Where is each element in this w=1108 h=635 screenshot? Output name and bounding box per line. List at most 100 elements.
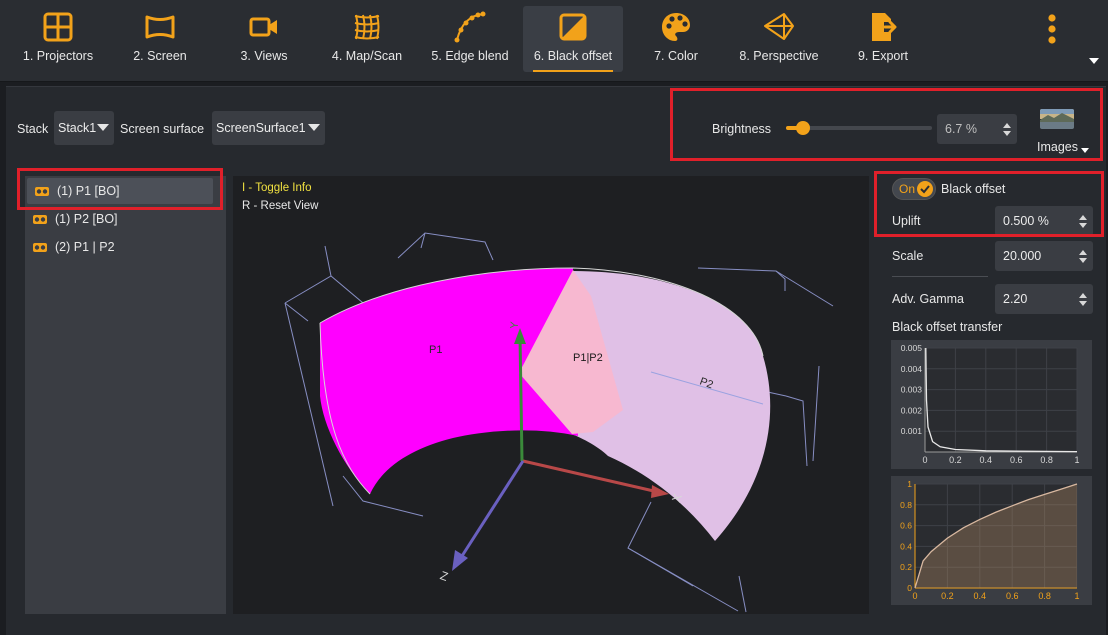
spin-up-icon[interactable]: [1079, 250, 1087, 255]
list-item[interactable]: (1) P1 [BO]: [27, 178, 213, 204]
divider: [892, 276, 988, 277]
mesh-icon: [354, 14, 380, 40]
images-thumbnail[interactable]: [1040, 109, 1074, 129]
tab-export[interactable]: 9. Export: [846, 6, 920, 72]
spin-up-icon[interactable]: [1079, 293, 1087, 298]
gamma-spinbox[interactable]: 2.20: [995, 284, 1093, 314]
stack-label: Stack: [17, 122, 49, 136]
x-tick-label: 0.8: [1040, 455, 1053, 465]
transfer-chart-svg: 0 0.2 0.4 0.6 0.8 1 0.001 0.002 0.003 0.004 0.005: [901, 343, 1080, 465]
slider-handle[interactable]: [796, 121, 810, 135]
gamma-value: 2.20: [1003, 292, 1028, 306]
y-tick-label: 0.003: [901, 385, 923, 395]
scale-label: Scale: [892, 249, 924, 263]
gamma-label: Adv. Gamma: [892, 292, 965, 306]
spin-up-icon[interactable]: [1003, 123, 1011, 128]
uplift-label: Uplift: [892, 214, 921, 228]
projector-icon: [33, 215, 47, 224]
plot-area: [925, 348, 1077, 452]
projector-icon: [33, 243, 47, 252]
tab-edge-blend[interactable]: 5. Edge blend: [424, 6, 516, 72]
y-axis-line: [518, 335, 524, 462]
overlap-label: P1|P2: [573, 352, 603, 364]
uplift-spinbox[interactable]: 0.500 %: [995, 206, 1093, 236]
tab-map-scan[interactable]: 4. Map/Scan: [322, 6, 412, 72]
screen-surface-label: Screen surface: [120, 122, 205, 136]
stack-select[interactable]: Stack1: [54, 111, 114, 145]
scale-value: 20.000: [1003, 249, 1042, 263]
tab-label: 3. Views: [240, 49, 288, 63]
y-tick-label: 0: [907, 583, 912, 593]
tab-color[interactable]: 7. Color: [636, 6, 716, 72]
spin-up-icon[interactable]: [1079, 215, 1087, 220]
camera-icon: [249, 17, 277, 37]
x-tick-label: 0.4: [980, 455, 993, 465]
list-item[interactable]: (1) P2 [BO]: [25, 206, 226, 232]
tab-screen[interactable]: 2. Screen: [116, 6, 204, 72]
tab-label: 2. Screen: [133, 49, 187, 63]
tab-label: 6. Black offset: [533, 49, 613, 63]
brightness-label: Brightness: [712, 122, 772, 136]
grid-icon: [43, 12, 73, 42]
tab-perspective[interactable]: 8. Perspective: [730, 6, 828, 72]
spin-down-icon[interactable]: [1079, 258, 1087, 263]
black-offset-transfer-chart: 0 0.2 0.4 0.6 0.8 1 0.001 0.002 0.003 0.004 0.005: [891, 340, 1092, 469]
x-tick-label: 0.6: [1010, 455, 1023, 465]
x-tick-label: 0.6: [1006, 591, 1019, 601]
images-label[interactable]: Images: [1037, 140, 1078, 154]
chevron-down-icon: [97, 124, 109, 131]
tab-views[interactable]: 3. Views: [220, 6, 308, 72]
y-tick-label: 1: [907, 479, 912, 489]
chevron-down-icon: [308, 124, 320, 131]
brightness-slider[interactable]: [786, 120, 932, 136]
projector-list: (1) P1 [BO] (1) P2 [BO] (2) P1 | P2: [25, 176, 226, 614]
3d-viewport[interactable]: I - Toggle Info R - Reset View P1 P1|P2 …: [233, 176, 869, 614]
main-toolbar: 1. Projectors 2. Screen 3. Views 4. Map/…: [0, 0, 1108, 82]
gamma-curve-chart: 0 0.2 0.4 0.6 0.8 1 0 0.2 0.4 0.6 0.8 1: [891, 476, 1092, 605]
tab-label: 9. Export: [857, 49, 909, 63]
x-tick-label: 0.2: [941, 591, 954, 601]
x-tick-label: 0.4: [974, 591, 987, 601]
tab-projectors[interactable]: 1. Projectors: [12, 6, 104, 72]
list-item-label: (1) P2 [BO]: [55, 212, 118, 226]
black-offset-icon: [559, 13, 587, 41]
gamma-chart-svg: 0 0.2 0.4 0.6 0.8 1 0 0.2 0.4 0.6 0.8 1: [900, 479, 1079, 601]
perspective-icon: [764, 13, 794, 40]
tab-black-offset[interactable]: 6. Black offset: [523, 6, 623, 72]
more-options-icon[interactable]: [1040, 12, 1064, 48]
brightness-value: 6.7 %: [945, 122, 977, 136]
y-tick-label: 0.6: [900, 521, 912, 531]
spin-down-icon[interactable]: [1079, 301, 1087, 306]
x-tick-label: 0.2: [949, 455, 962, 465]
y-tick-label: 0.4: [900, 541, 912, 551]
screen-surface-render: P1 P1|P2 P2 Y X Z: [284, 232, 834, 613]
y-tick-label: 0.005: [901, 343, 923, 353]
spin-down-icon[interactable]: [1003, 131, 1011, 136]
p1-label: P1: [429, 344, 442, 356]
scale-spinbox[interactable]: 20.000: [995, 241, 1093, 271]
x-tick-label: 0: [922, 455, 927, 465]
y-tick-label: 0.002: [901, 405, 923, 415]
curve-icon: [454, 11, 486, 43]
y-tick-label: 0.001: [901, 426, 923, 436]
chevron-down-icon[interactable]: [1088, 56, 1100, 66]
screen-surface-select[interactable]: ScreenSurface1: [212, 111, 325, 145]
x-tick-label: 1: [1074, 455, 1079, 465]
transfer-label: Black offset transfer: [892, 320, 1003, 334]
list-item-label: (2) P1 | P2: [55, 240, 115, 254]
toggle-label: On: [899, 182, 916, 196]
tab-label: 7. Color: [654, 49, 698, 63]
black-offset-title: Black offset: [941, 182, 1006, 196]
screen-surface-value: ScreenSurface1: [216, 121, 306, 135]
tab-label: 4. Map/Scan: [331, 49, 403, 63]
spin-down-icon[interactable]: [1079, 223, 1087, 228]
brightness-spinbox[interactable]: 6.7 %: [937, 114, 1017, 144]
check-icon: [917, 181, 933, 197]
black-offset-toggle[interactable]: On: [892, 178, 936, 200]
y-tick-label: 0.2: [900, 562, 912, 572]
export-icon: [872, 13, 897, 41]
chevron-down-icon[interactable]: [1080, 147, 1090, 155]
list-item[interactable]: (2) P1 | P2: [25, 234, 226, 260]
z-axis-label: Z: [438, 568, 450, 584]
uplift-value: 0.500 %: [1003, 214, 1049, 228]
